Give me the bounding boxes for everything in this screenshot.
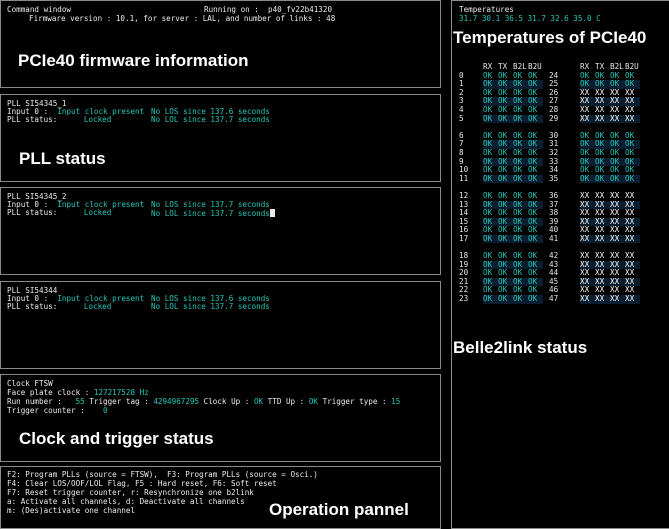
link-status-cell: XX	[595, 114, 610, 124]
operation-panel: F2: Program PLLs (source = FTSW), F3: Pr…	[0, 466, 441, 529]
pll-panel-2: PLL SI54345_2 Input 0 : Input clock pres…	[0, 187, 441, 275]
link-index: 35	[549, 173, 559, 183]
link-status-cell: OK	[498, 234, 513, 244]
link-index: 23	[459, 294, 469, 304]
link-status-cell: OK	[528, 294, 543, 304]
link-status-cell: OK	[528, 114, 543, 124]
status-panel: Temperatures 31.7 30.1 36.5 31.7 32.6 35…	[451, 0, 669, 529]
link-index: 17	[459, 233, 469, 243]
link-index: 5	[459, 113, 464, 123]
temperature-values: 31.7 30.1 36.5 31.7 32.6 35.0 C	[459, 14, 601, 23]
link-index: 11	[459, 173, 469, 183]
link-status-cell: OK	[483, 234, 498, 244]
annotation-temperatures: Temperatures of PCIe40	[453, 28, 647, 47]
link-status-cell: XX	[595, 294, 610, 304]
pll-status-row: PLL status: Locked	[7, 302, 112, 312]
link-status-cell: OK	[528, 234, 543, 244]
trigger-type-label: Trigger type :	[322, 397, 387, 406]
pll-status-label: PLL status:	[7, 115, 58, 124]
annotation-pll: PLL status	[19, 149, 106, 168]
link-status-cell: OK	[483, 114, 498, 124]
link-status-cell: OK	[580, 174, 595, 184]
clock-up-label: Clock Up :	[203, 397, 250, 406]
trigger-tag-value: 4294967295	[153, 397, 200, 406]
text-cursor[interactable]	[269, 209, 275, 217]
pll-status-label: PLL status:	[7, 302, 58, 311]
pll-status-value: Locked	[83, 115, 112, 124]
belle2link-table: RX TX B2L B2U RX TX B2L B2U 0 OK OK OK OK 24 O…	[459, 62, 640, 304]
lol-status: No LOL since 137.7 seconds	[151, 115, 270, 124]
ttd-up-value: OK	[308, 397, 318, 406]
pll-panel-1: PLL SI54345_1 Input 0 : Input clock pres…	[0, 94, 441, 182]
link-status-cell: OK	[498, 294, 513, 304]
pll-panel-3: PLL SI54344 Input 0 : Input clock presen…	[0, 281, 441, 369]
link-status-cell: XX	[625, 294, 640, 304]
table-row: 23 OK OK OK OK 47 XX XX XX XX	[459, 294, 640, 304]
pll-status-row: PLL status: Locked	[7, 115, 112, 125]
trigger-tag-label: Trigger tag :	[89, 397, 149, 406]
link-status-cell: XX	[625, 234, 640, 244]
annotation-belle2link: Belle2link status	[453, 338, 588, 357]
face-plate-value: 127217528 Hz	[93, 388, 149, 397]
link-index: 47	[549, 294, 559, 304]
firmware-version: Firmware version : 10.1, for server : LA…	[29, 14, 336, 23]
link-index: 29	[549, 113, 559, 123]
table-row: 17 OK OK OK OK 41 XX XX XX XX	[459, 233, 640, 244]
ttd-up-label: TTD Up :	[267, 397, 305, 406]
link-status-cell: OK	[610, 174, 625, 184]
face-plate-label: Face plate clock :	[7, 388, 90, 397]
link-status-cell: OK	[513, 294, 528, 304]
link-status-cell: OK	[595, 174, 610, 184]
link-status-cell: XX	[580, 294, 595, 304]
link-status-cell: OK	[625, 174, 640, 184]
pll-status-value: Locked	[83, 302, 112, 311]
table-row: 11 OK OK OK OK 35 OK OK OK OK	[459, 173, 640, 184]
annotation-operation: Operation pannel	[269, 500, 409, 519]
link-status-cell: XX	[610, 114, 625, 124]
link-status-cell: XX	[625, 114, 640, 124]
link-status-cell: OK	[498, 114, 513, 124]
link-status-cell: OK	[483, 294, 498, 304]
pll-status-row: PLL status: Locked	[7, 208, 112, 218]
annotation-clock: Clock and trigger status	[19, 429, 214, 448]
clock-panel: Clock FTSW Face plate clock : 127217528 …	[0, 374, 441, 462]
run-value: 55	[75, 397, 85, 406]
link-status-cell: OK	[483, 174, 498, 184]
trigger-counter-row: Trigger counter : 0	[7, 406, 108, 416]
belle2link-rows: 0 OK OK OK OK 24 OK OK OK OK 1 OK OK OK OK 25 OK OK OK OK 2 O…	[459, 71, 640, 304]
clock-up-value: OK	[253, 397, 264, 406]
link-status-cell: XX	[580, 234, 595, 244]
link-index: 41	[549, 233, 559, 243]
link-status-cell: OK	[513, 234, 528, 244]
lol-status: No LOL since 137.7 seconds	[151, 302, 270, 311]
link-status-cell: XX	[610, 294, 625, 304]
trigger-type-value: 15	[391, 397, 401, 406]
table-row: 5 OK OK OK OK 29 XX XX XX XX	[459, 113, 640, 124]
lol-status-row: No LOL since 137.7 seconds	[151, 209, 275, 219]
command-window-panel: Command window Running on : p40_fv22b413…	[0, 0, 441, 88]
link-status-cell: XX	[580, 114, 595, 124]
link-status-cell: XX	[610, 234, 625, 244]
operation-line: m: (Des)activate one channel	[7, 506, 136, 515]
trigger-counter-label: Trigger counter :	[7, 406, 85, 415]
run-label: Run number :	[7, 397, 62, 406]
link-status-cell: OK	[528, 174, 543, 184]
link-status-cell: XX	[595, 234, 610, 244]
link-status-cell: OK	[513, 174, 528, 184]
link-status-cell: OK	[513, 114, 528, 124]
pll-status-value: Locked	[83, 208, 112, 217]
annotation-firmware: PCIe40 firmware information	[18, 51, 249, 70]
link-status-cell: OK	[498, 174, 513, 184]
trigger-counter-value: 0	[103, 406, 108, 415]
pll-status-label: PLL status:	[7, 208, 58, 217]
lol-status: No LOL since 137.7 seconds	[151, 209, 270, 218]
